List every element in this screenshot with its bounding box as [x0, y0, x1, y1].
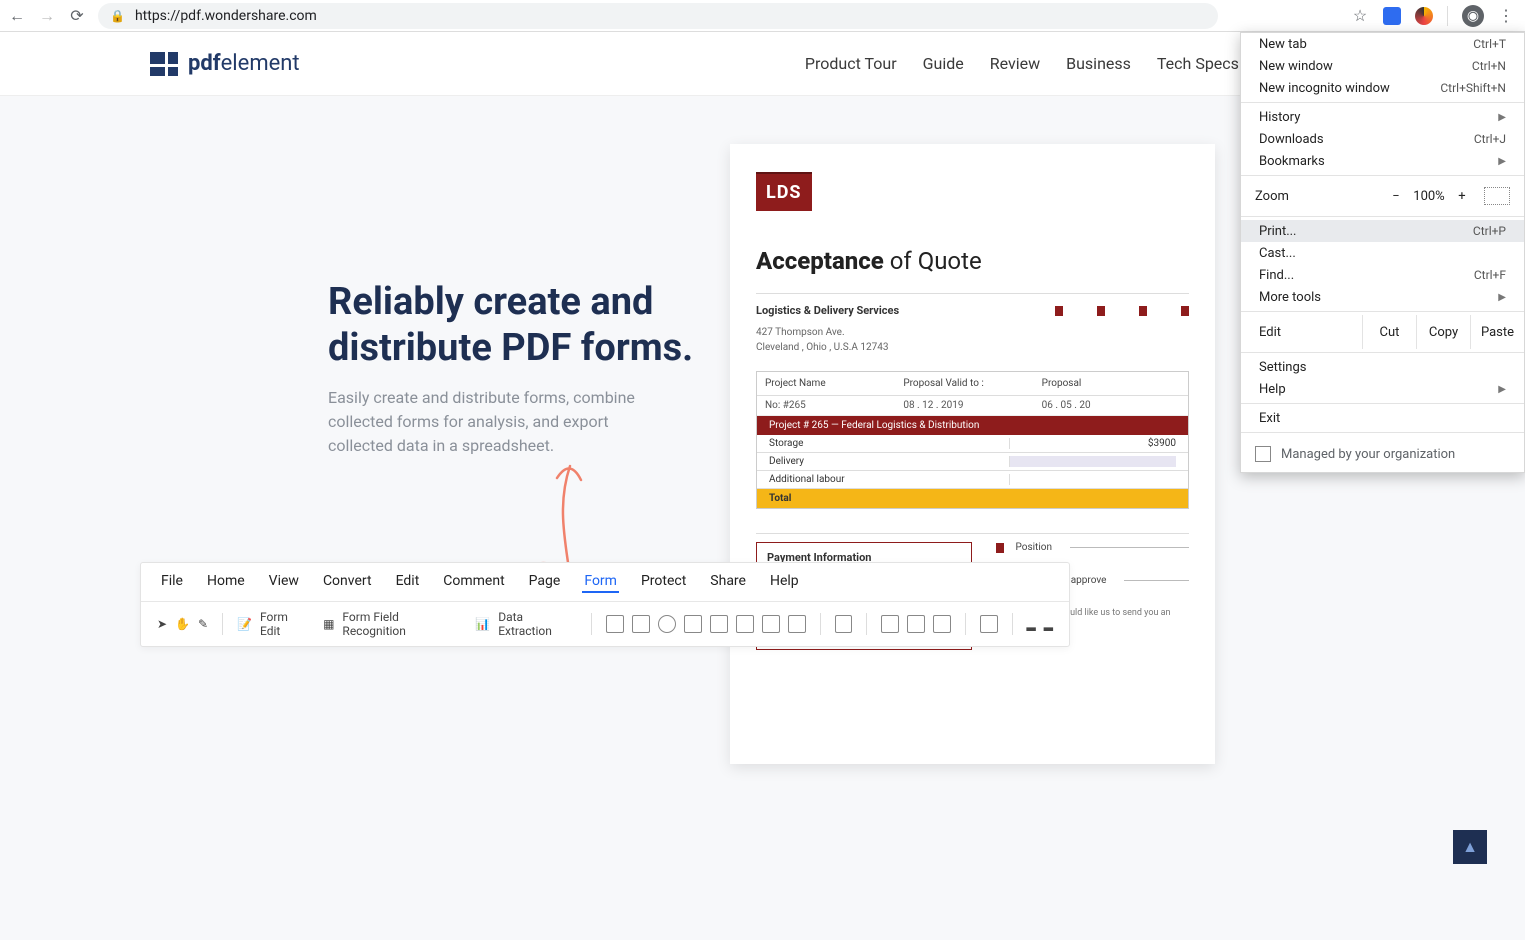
menu-bookmarks[interactable]: Bookmarks▶	[1241, 150, 1524, 172]
doc-title: Acceptance of Quote	[756, 247, 1189, 275]
fullscreen-icon[interactable]	[1484, 187, 1510, 205]
tool-c-icon[interactable]	[933, 615, 951, 633]
nav-tech-specs[interactable]: Tech Specs	[1157, 54, 1239, 73]
browser-toolbar: ← → ⟳ 🔒 https://pdf.wondershare.com ☆ ◉ …	[0, 0, 1525, 32]
tool-d-icon[interactable]	[980, 615, 998, 633]
menu-cast[interactable]: Cast...	[1241, 242, 1524, 264]
chrome-menu: New tabCtrl+T New windowCtrl+N New incog…	[1240, 32, 1525, 473]
button-field-icon[interactable]	[762, 615, 780, 633]
menu-home[interactable]: Home	[205, 571, 247, 593]
edit-icon[interactable]: ✎	[198, 617, 208, 631]
menu-protect[interactable]: Protect	[639, 571, 688, 593]
align-a-icon[interactable]: ▂	[1027, 617, 1036, 631]
chrome-menu-button[interactable]: ⋮	[1498, 6, 1513, 25]
document-preview: LDS Acceptance of Quote Logistics & Deli…	[730, 144, 1215, 764]
menu-cut[interactable]: Cut	[1362, 315, 1416, 349]
menu-zoom: Zoom − 100% +	[1241, 179, 1524, 213]
zoom-out-button[interactable]: −	[1384, 189, 1408, 204]
menu-share[interactable]: Share	[708, 571, 748, 593]
menu-view[interactable]: View	[267, 571, 301, 593]
nav-review[interactable]: Review	[990, 54, 1040, 73]
menu-edit[interactable]: Edit	[394, 571, 422, 593]
menu-comment[interactable]: Comment	[441, 571, 506, 593]
property-icon[interactable]	[835, 615, 853, 633]
data-extraction-button[interactable]: 📊Data Extraction	[475, 610, 576, 638]
address-bar[interactable]: 🔒 https://pdf.wondershare.com	[98, 3, 1218, 29]
menu-page[interactable]: Page	[527, 571, 563, 593]
nav-business[interactable]: Business	[1066, 54, 1131, 73]
menu-form[interactable]: Form	[582, 571, 619, 593]
form-edit-button[interactable]: 📝Form Edit	[237, 610, 309, 638]
zoom-value: 100%	[1408, 189, 1450, 204]
nav-product-tour[interactable]: Product Tour	[805, 54, 897, 73]
menu-new-window[interactable]: New windowCtrl+N	[1241, 55, 1524, 77]
doc-service: Logistics & Delivery Services	[756, 304, 899, 317]
zoom-in-button[interactable]: +	[1450, 189, 1474, 204]
app-toolbar: File Home View Convert Edit Comment Page…	[140, 562, 1070, 647]
text-field-icon[interactable]	[606, 615, 624, 633]
menu-edit-row: Edit Cut Copy Paste	[1241, 315, 1524, 349]
menu-help[interactable]: Help	[768, 571, 801, 593]
align-b-icon[interactable]: ▂	[1044, 617, 1053, 631]
extension1-icon[interactable]	[1383, 7, 1401, 25]
image-field-icon[interactable]	[736, 615, 754, 633]
nav-guide[interactable]: Guide	[923, 54, 964, 73]
extension2-icon[interactable]	[1415, 7, 1433, 25]
menu-print[interactable]: Print...Ctrl+P	[1241, 220, 1524, 242]
combo-field-icon[interactable]	[684, 615, 702, 633]
hand-icon[interactable]: ✋	[175, 617, 190, 631]
menu-incognito[interactable]: New incognito windowCtrl+Shift+N	[1241, 77, 1524, 99]
profile-avatar-icon[interactable]: ◉	[1462, 5, 1484, 27]
hero-subtext: Easily create and distribute forms, comb…	[328, 386, 668, 458]
lock-icon: 🔒	[110, 9, 125, 23]
star-icon[interactable]: ☆	[1351, 7, 1369, 25]
tool-b-icon[interactable]	[907, 615, 925, 633]
building-icon	[1255, 446, 1271, 462]
pointer-icon[interactable]: ➤	[157, 617, 167, 631]
logo-mark-icon	[150, 52, 178, 76]
menu-exit[interactable]: Exit	[1241, 407, 1524, 429]
menu-more-tools[interactable]: More tools▶	[1241, 286, 1524, 308]
menu-settings[interactable]: Settings	[1241, 356, 1524, 378]
form-field-recognition-button[interactable]: ▦Form Field Recognition	[323, 610, 461, 638]
menu-managed[interactable]: Managed by your organization	[1241, 436, 1524, 472]
reload-button[interactable]: ⟳	[68, 7, 86, 25]
menu-downloads[interactable]: DownloadsCtrl+J	[1241, 128, 1524, 150]
menu-paste[interactable]: Paste	[1470, 315, 1524, 349]
tool-a-icon[interactable]	[881, 615, 899, 633]
scroll-top-button[interactable]: ▲	[1453, 830, 1487, 864]
menu-find[interactable]: Find...Ctrl+F	[1241, 264, 1524, 286]
radio-field-icon[interactable]	[658, 615, 676, 633]
url-text: https://pdf.wondershare.com	[135, 8, 317, 24]
list-field-icon[interactable]	[710, 615, 728, 633]
hero-headline: Reliably create and distribute PDF forms…	[328, 280, 708, 371]
forward-button[interactable]: →	[38, 7, 56, 25]
checkbox-field-icon[interactable]	[632, 615, 650, 633]
pdfelement-logo[interactable]: pdfelement	[150, 51, 300, 76]
back-button[interactable]: ←	[8, 7, 26, 25]
menu-new-tab[interactable]: New tabCtrl+T	[1241, 33, 1524, 55]
menu-copy[interactable]: Copy	[1416, 315, 1470, 349]
menu-file[interactable]: File	[159, 571, 185, 593]
menu-help[interactable]: Help▶	[1241, 378, 1524, 400]
lds-badge: LDS	[756, 172, 812, 211]
sign-field-icon[interactable]	[788, 615, 806, 633]
menu-convert[interactable]: Convert	[321, 571, 374, 593]
menu-history[interactable]: History▶	[1241, 106, 1524, 128]
